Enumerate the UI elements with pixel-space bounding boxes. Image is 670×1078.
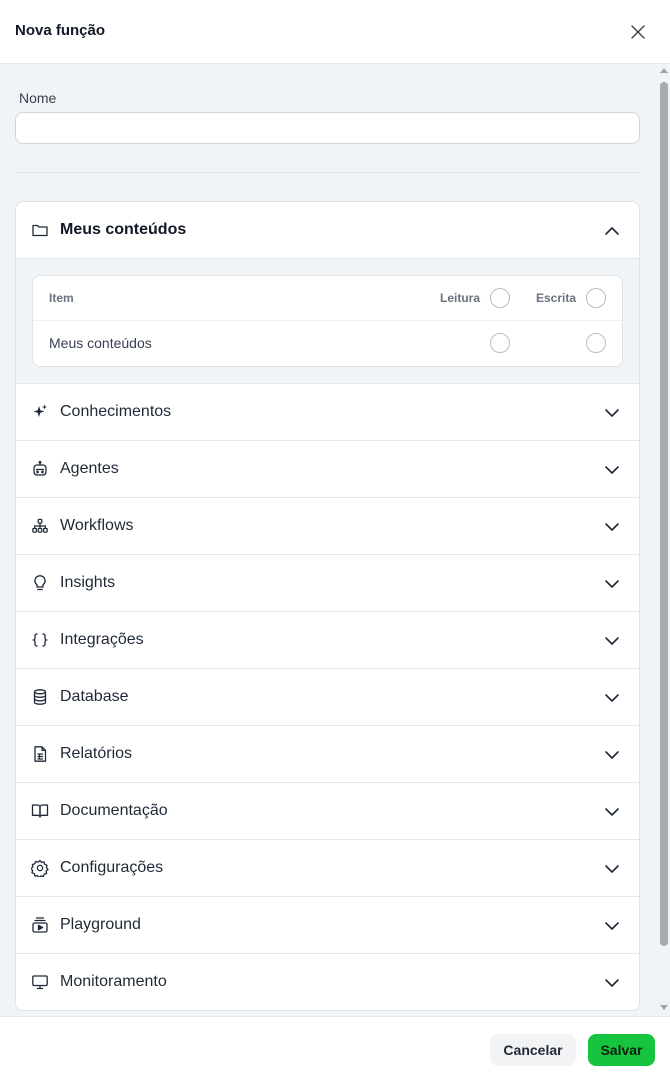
read-checkbox[interactable]: [490, 333, 510, 353]
chevron-up-icon: [602, 221, 622, 241]
permissions-accordion: Meus conteúdos Item Leitura Escrita Meus…: [15, 201, 640, 1011]
chevron-down-icon: [602, 802, 622, 822]
section-label: Relatórios: [60, 745, 133, 762]
section-header-configuracoes[interactable]: Configurações: [16, 840, 639, 897]
playground-icon: [31, 916, 49, 934]
chevron-down-icon: [602, 745, 622, 765]
close-button[interactable]: [626, 20, 650, 44]
section-label: Integrações: [60, 631, 144, 648]
section-label: Conhecimentos: [60, 403, 172, 420]
scroll-up-arrow-icon[interactable]: [660, 68, 668, 73]
modal-title: Nova função: [15, 22, 106, 39]
section-header-database[interactable]: Database: [16, 669, 639, 726]
chevron-down-icon: [602, 631, 622, 651]
write-all-checkbox[interactable]: [586, 288, 606, 308]
divider: [15, 172, 640, 173]
chevron-down-icon: [602, 916, 622, 936]
modal-footer: Cancelar Salvar: [0, 1016, 670, 1078]
chevron-down-icon: [602, 403, 622, 423]
chevron-down-icon: [602, 973, 622, 993]
chevron-down-icon: [602, 574, 622, 594]
section-label: Documentação: [60, 802, 168, 819]
chevron-down-icon: [602, 859, 622, 879]
section-label: Database: [60, 688, 129, 705]
section-label: Insights: [60, 574, 116, 591]
column-header-write: Escrita: [536, 291, 577, 305]
section-label: Meus conteúdos: [60, 221, 187, 238]
section-label: Agentes: [60, 460, 119, 477]
database-icon: [31, 688, 49, 706]
section-header-integracoes[interactable]: Integrações: [16, 612, 639, 669]
section-label: Workflows: [60, 517, 134, 534]
chevron-down-icon: [602, 460, 622, 480]
write-checkbox[interactable]: [586, 333, 606, 353]
bot-icon: [31, 460, 49, 478]
workflow-icon: [31, 517, 49, 535]
read-all-checkbox[interactable]: [490, 288, 510, 308]
row-label: Meus conteúdos: [49, 335, 152, 351]
modal-body: Nome Meus conteúdos Item Leitura Escrita: [0, 64, 670, 1016]
permissions-header-row: Item Leitura Escrita: [33, 276, 622, 321]
section-header-insights[interactable]: Insights: [16, 555, 639, 612]
lightbulb-icon: [31, 574, 49, 592]
chevron-down-icon: [602, 517, 622, 537]
cancel-button[interactable]: Cancelar: [490, 1034, 576, 1066]
section-header-documentacao[interactable]: Documentação: [16, 783, 639, 840]
section-header-relatorios[interactable]: Relatórios: [16, 726, 639, 783]
permissions-panel: Item Leitura Escrita Meus conteúdos: [16, 259, 639, 384]
name-input[interactable]: [15, 112, 640, 144]
close-icon: [631, 25, 645, 39]
section-header-conhecimentos[interactable]: Conhecimentos: [16, 384, 639, 441]
save-button[interactable]: Salvar: [588, 1034, 655, 1066]
scrollbar[interactable]: [658, 64, 670, 1016]
sparkles-icon: [31, 403, 49, 421]
folder-icon: [31, 221, 49, 239]
section-header-agentes[interactable]: Agentes: [16, 441, 639, 498]
chevron-down-icon: [602, 688, 622, 708]
section-label: Configurações: [60, 859, 164, 876]
column-header-item: Item: [49, 291, 74, 305]
section-header-monitoramento[interactable]: Monitoramento: [16, 954, 639, 1010]
column-header-read: Leitura: [440, 291, 481, 305]
scroll-down-arrow-icon[interactable]: [660, 1005, 668, 1010]
section-label: Monitoramento: [60, 973, 167, 990]
section-header-workflows[interactable]: Workflows: [16, 498, 639, 555]
report-icon: [31, 745, 49, 763]
section-label: Playground: [60, 916, 141, 933]
name-label: Nome: [19, 90, 57, 106]
monitor-icon: [31, 973, 49, 991]
braces-icon: [31, 631, 49, 649]
permissions-table: Item Leitura Escrita Meus conteúdos: [32, 275, 623, 367]
book-icon: [31, 802, 49, 820]
section-header-playground[interactable]: Playground: [16, 897, 639, 954]
scrollbar-thumb[interactable]: [660, 82, 668, 946]
modal-header: Nova função: [0, 0, 670, 64]
gear-icon: [31, 859, 49, 877]
section-header-meus-conteudos[interactable]: Meus conteúdos: [16, 202, 639, 259]
